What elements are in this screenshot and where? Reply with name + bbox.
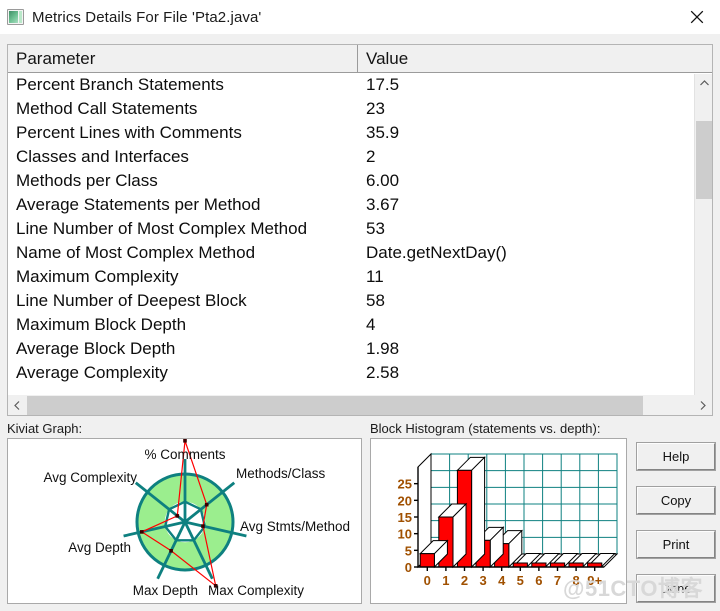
histogram-x-tick-label: 1	[442, 573, 449, 588]
cell-value: 53	[366, 219, 385, 238]
histogram-y-tick-label: 25	[398, 477, 412, 492]
histogram-y-axis: 0 510 15 2025	[398, 477, 418, 575]
kiviat-graph-panel: % Comments Methods/Class Avg Stmts/Method M…	[7, 438, 362, 604]
metrics-app-icon	[7, 9, 24, 25]
window-title-bar: Metrics Details For File 'Pta2.java'	[0, 0, 720, 34]
histogram-y-tick-label: 10	[398, 527, 412, 542]
cell-parameter: Average Block Depth	[16, 339, 176, 358]
cell-parameter: Percent Lines with Comments	[16, 123, 242, 142]
table-row[interactable]: Methods per Class 6.00	[8, 169, 712, 193]
horizontal-scrollbar-thumb[interactable]	[27, 395, 643, 415]
kiviat-axis-label: Max Depth	[133, 583, 198, 598]
kiviat-axis-label: Avg Depth	[68, 540, 131, 555]
chevron-up-icon[interactable]	[695, 74, 713, 92]
histogram-y-tick-label: 5	[405, 543, 412, 558]
block-histogram-chart: 05101520250 1 2 3 4 5 6 7 8 9+	[398, 452, 619, 588]
block-histogram-panel: 0 5 10 15 20 25 0 1 2 3 4 5 6 7 8 9+	[370, 438, 627, 604]
histogram-y-tick-label: 20	[398, 493, 412, 508]
histogram-x-tick-label: 9+	[587, 573, 602, 588]
cell-value: 6.00	[366, 171, 400, 190]
histogram-x-tick-label: 0	[424, 573, 431, 588]
table-row[interactable]: Average Block Depth 1.98	[8, 337, 712, 361]
table-body: Percent Branch Statements 17.5 Method Call…	[8, 73, 712, 413]
vertical-scrollbar-thumb[interactable]	[696, 121, 712, 199]
cell-parameter: Method Call Statements	[16, 99, 198, 118]
kiviat-axis-label: Max Complexity	[208, 583, 304, 598]
kiviat-axis-label: % Comments	[144, 447, 225, 462]
table-row[interactable]: Method Call Statements 23	[8, 97, 712, 121]
chevron-right-icon[interactable]	[693, 396, 712, 415]
help-button[interactable]: Help	[636, 442, 716, 471]
cell-value: 11	[366, 267, 384, 286]
histogram-y-tick-label: 0	[405, 560, 412, 575]
cell-value: 2.58	[366, 363, 400, 382]
close-icon[interactable]	[674, 0, 720, 34]
table-row[interactable]: Maximum Complexity 11	[8, 265, 712, 289]
kiviat-graph-label: Kiviat Graph:	[7, 421, 83, 436]
cell-parameter: Percent Branch Statements	[16, 75, 224, 94]
histogram-x-tick-label: 8	[572, 573, 579, 588]
kiviat-axis-label: Avg Complexity	[43, 470, 137, 485]
cell-parameter: Average Complexity	[16, 363, 168, 382]
chevron-left-icon[interactable]	[8, 396, 27, 415]
cell-parameter: Average Statements per Method	[16, 195, 261, 214]
table-row[interactable]: Average Statements per Method 3.67	[8, 193, 712, 217]
cell-value: 4	[366, 315, 376, 334]
histogram-x-tick-label: 2	[461, 573, 468, 588]
table-row[interactable]: Maximum Block Depth 4	[8, 313, 712, 337]
cell-value: 58	[366, 291, 385, 310]
histogram-x-tick-label: 4	[498, 573, 506, 588]
horizontal-scrollbar[interactable]	[7, 395, 713, 416]
table-row[interactable]: Classes and Interfaces 2	[8, 145, 712, 169]
column-header-parameter[interactable]: Parameter	[8, 45, 358, 72]
table-header-row: Parameter Value	[8, 45, 712, 73]
cell-parameter: Maximum Complexity	[16, 267, 179, 286]
cell-value: 2	[366, 147, 376, 166]
histogram-x-tick-label: 7	[554, 573, 561, 588]
vertical-scrollbar[interactable]	[694, 74, 712, 415]
table-row[interactable]: Percent Branch Statements 17.5	[8, 73, 712, 97]
cell-value: 17.5	[366, 75, 400, 94]
done-button[interactable]: Done	[636, 574, 716, 603]
histogram-x-axis-labels: 0 1 2 3 4 5 6 7 8 9+	[424, 567, 603, 588]
cell-parameter: Methods per Class	[16, 171, 158, 190]
window-title: Metrics Details For File 'Pta2.java'	[32, 8, 262, 26]
kiviat-axis-label: Avg Stmts/Method	[240, 519, 350, 534]
histogram-x-tick-label: 6	[535, 573, 542, 588]
table-row[interactable]: Line Number of Deepest Block 58	[8, 289, 712, 313]
table-row[interactable]: Line Number of Most Complex Method 53	[8, 217, 712, 241]
metrics-table: Parameter Value Percent Branch Statement…	[7, 44, 713, 415]
kiviat-axis-label: Methods/Class	[236, 466, 326, 481]
cell-value: 35.9	[366, 123, 400, 142]
cell-parameter: Maximum Block Depth	[16, 315, 187, 334]
cell-parameter: Classes and Interfaces	[16, 147, 189, 166]
print-button[interactable]: Print	[636, 530, 716, 559]
cell-value: 1.98	[366, 339, 400, 358]
cell-value: 3.67	[366, 195, 400, 214]
cell-parameter: Name of Most Complex Method	[16, 243, 256, 262]
cell-value: Date.getNextDay()	[366, 243, 507, 262]
histogram-x-tick-label: 5	[517, 573, 524, 588]
cell-parameter: Line Number of Most Complex Method	[16, 219, 308, 238]
block-histogram-label: Block Histogram (statements vs. depth):	[370, 421, 601, 436]
column-header-value[interactable]: Value	[358, 45, 712, 72]
table-row[interactable]: Average Complexity 2.58	[8, 361, 712, 385]
table-row[interactable]: Name of Most Complex Method Date.getNextD…	[8, 241, 712, 265]
histogram-x-tick-label: 3	[479, 573, 486, 588]
kiviat-graph-chart: % Comments Methods/Class Avg Stmts/Method M…	[43, 439, 350, 598]
copy-button[interactable]: Copy	[636, 486, 716, 515]
table-row[interactable]: Percent Lines with Comments 35.9	[8, 121, 712, 145]
cell-value: 23	[366, 99, 385, 118]
cell-parameter: Line Number of Deepest Block	[16, 291, 247, 310]
histogram-y-tick-label: 15	[398, 510, 412, 525]
